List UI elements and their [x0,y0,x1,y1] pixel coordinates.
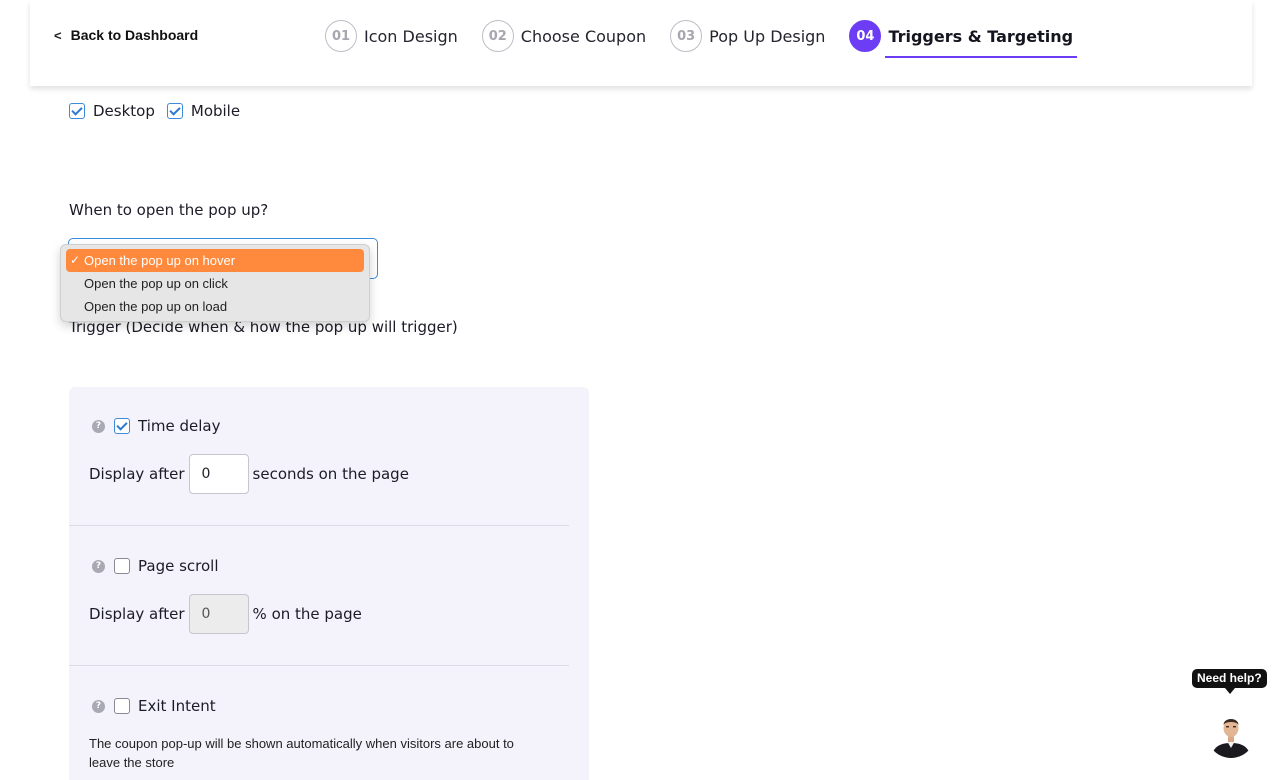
option-open-on-load[interactable]: Open the pop up on load [66,295,364,318]
mobile-checkbox[interactable] [166,103,183,119]
percent-suffix: % on the page [252,605,362,623]
page-scroll-section: ? Page scroll Display after % on the pag… [69,526,589,666]
page-scroll-header: ? Page scroll [92,557,219,575]
device-options: Desktop Mobile [69,102,252,120]
support-avatar[interactable] [1207,710,1255,758]
page-scroll-percent-input[interactable] [188,594,249,634]
display-after-label: Display after [89,465,185,483]
display-after-label: Display after [89,605,185,623]
step-number: 03 [670,20,703,52]
seconds-suffix: seconds on the page [252,465,409,483]
desktop-option[interactable]: Desktop [69,102,155,120]
exit-intent-header: ? Exit Intent [92,697,216,715]
option-label: Open the pop up on load [84,299,228,314]
step-choose-coupon[interactable]: 02 Choose Coupon [481,20,647,58]
time-delay-checkbox[interactable] [114,418,130,434]
page-scroll-checkbox[interactable] [114,558,130,574]
open-method-dropdown: ✓ Open the pop up on hover Open the pop … [60,244,370,322]
step-icon-design[interactable]: 01 Icon Design [325,20,458,58]
help-icon[interactable]: ? [92,699,105,713]
checkmark-icon: ✓ [70,253,81,267]
exit-intent-description: The coupon pop-up will be shown automati… [89,736,514,770]
time-delay-row: Display after seconds on the page [89,454,409,494]
page-scroll-label: Page scroll [138,557,219,575]
wizard-steps: 01 Icon Design 02 Choose Coupon 03 Pop U… [325,20,1097,58]
top-bar: < Back to Dashboard 01 Icon Design 02 Ch… [30,0,1252,86]
step-number: 02 [481,20,514,52]
step-label: Icon Design [364,26,458,46]
back-label: Back to Dashboard [70,27,199,43]
help-icon[interactable]: ? [92,419,105,433]
open-question-label: When to open the pop up? [69,201,269,219]
desktop-label: Desktop [93,102,155,120]
need-help-bubble[interactable]: Need help? [1192,669,1267,694]
option-open-on-click[interactable]: Open the pop up on click [66,272,364,295]
step-label: Pop Up Design [709,26,826,46]
step-pop-up-design[interactable]: 03 Pop Up Design [670,20,825,58]
step-label: Triggers & Targeting [888,26,1074,46]
step-label: Choose Coupon [520,26,647,46]
time-delay-header: ? Time delay [92,417,220,435]
option-open-on-hover[interactable]: ✓ Open the pop up on hover [66,249,364,272]
option-label: Open the pop up on click [84,276,228,291]
page-scroll-row: Display after % on the page [89,594,362,634]
active-step-underline [885,56,1078,58]
mobile-label: Mobile [190,102,241,120]
exit-intent-checkbox[interactable] [114,698,130,714]
step-number: 04 [849,20,882,52]
exit-intent-label: Exit Intent [138,697,216,715]
help-icon[interactable]: ? [92,559,105,573]
step-triggers-targeting[interactable]: 04 Triggers & Targeting [849,20,1078,58]
person-icon [1207,710,1255,758]
option-label: Open the pop up on hover [84,253,236,268]
trigger-panel: ? Time delay Display after seconds on th… [69,387,589,780]
back-to-dashboard-link[interactable]: < Back to Dashboard [54,27,198,43]
step-number: 01 [325,20,357,52]
time-delay-label: Time delay [138,417,221,435]
desktop-checkbox[interactable] [69,103,85,119]
section-divider [69,665,569,666]
time-delay-section: ? Time delay Display after seconds on th… [69,387,589,526]
chevron-left-icon: < [54,27,62,43]
mobile-option[interactable]: Mobile [166,102,241,120]
time-delay-seconds-input[interactable] [188,454,249,494]
